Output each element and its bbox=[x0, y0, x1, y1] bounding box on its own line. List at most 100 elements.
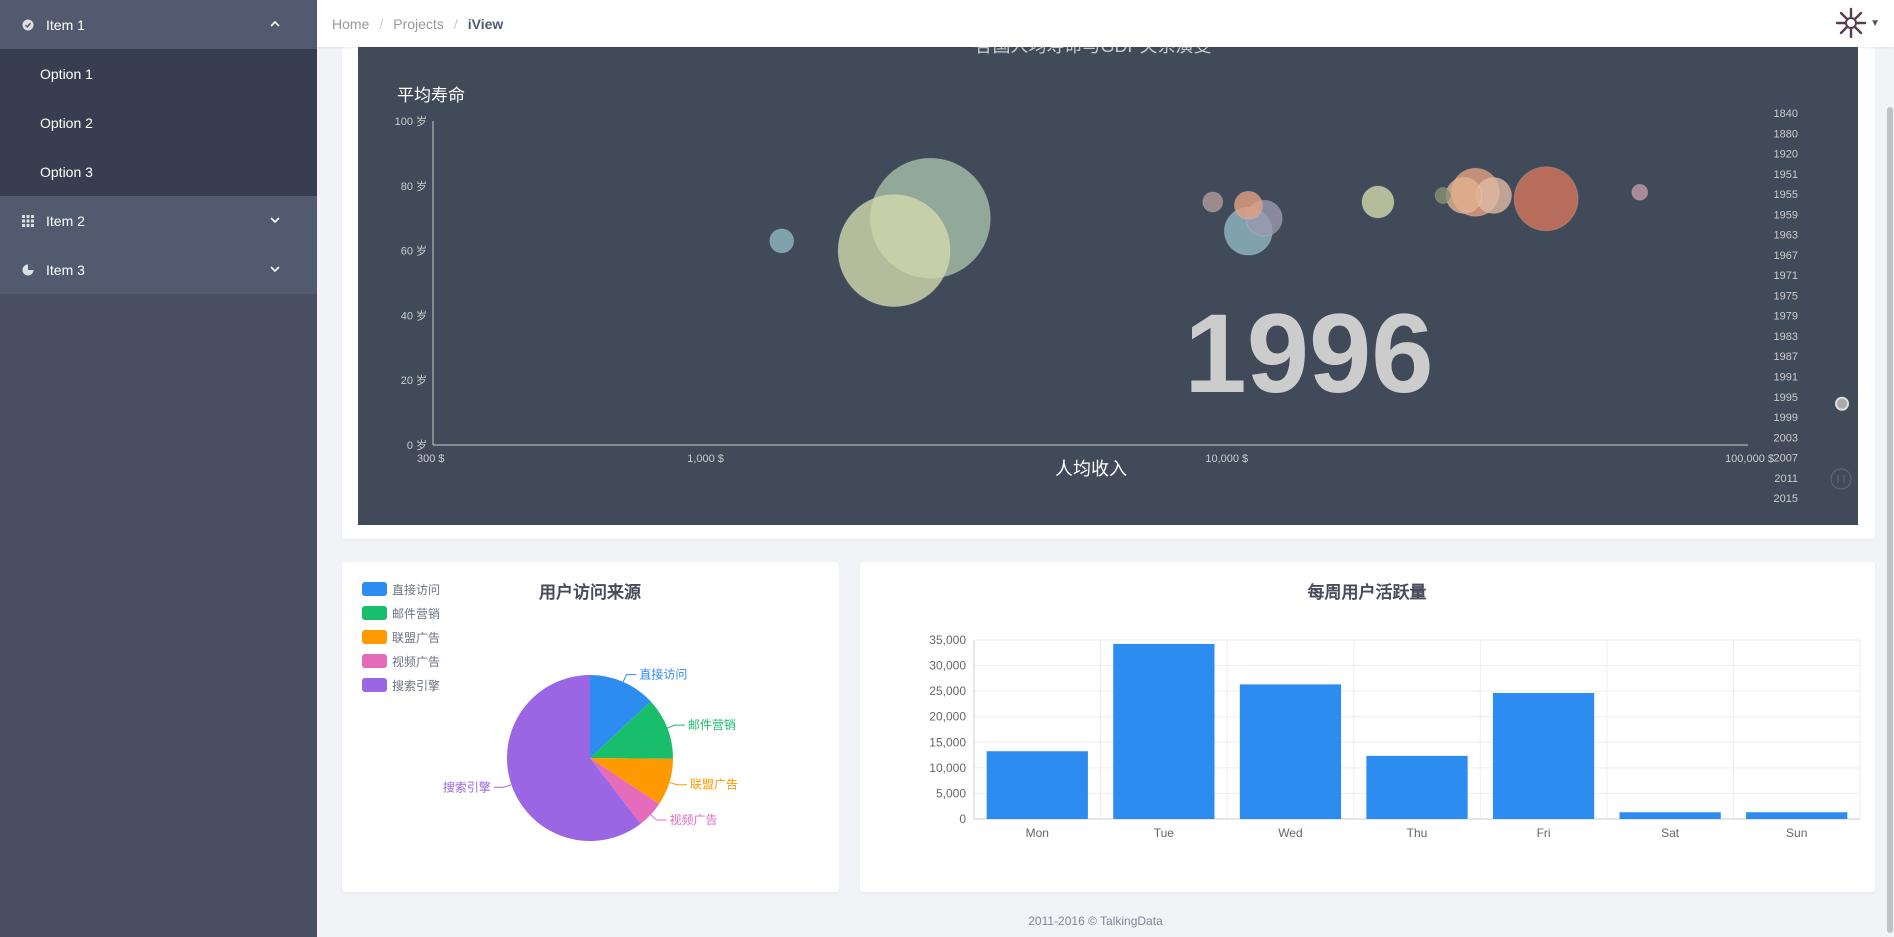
menu-item-1[interactable]: Item 1 bbox=[0, 0, 317, 49]
bar[interactable] bbox=[1492, 692, 1595, 819]
x-tick-label: 100,000 $ bbox=[1725, 453, 1774, 465]
bubble-point[interactable] bbox=[1434, 187, 1452, 205]
bubble-point[interactable] bbox=[1361, 185, 1395, 219]
x-tick-label: Sun bbox=[1786, 826, 1807, 840]
pie-label-line bbox=[650, 814, 667, 821]
timeline-year-label[interactable]: 2003 bbox=[1774, 432, 1798, 444]
timeline-year-label[interactable]: 1995 bbox=[1774, 392, 1798, 404]
bubble-point[interactable] bbox=[1513, 166, 1579, 232]
pie-title: 用户访问来源 bbox=[539, 582, 641, 602]
user-menu[interactable]: ▼ bbox=[1834, 6, 1880, 40]
timeline-year-label[interactable]: 1971 bbox=[1774, 270, 1798, 282]
timeline-year-label[interactable]: 1967 bbox=[1774, 250, 1798, 262]
x-tick-label: Wed bbox=[1278, 826, 1302, 840]
x-axis-title: 人均收入 bbox=[1055, 459, 1127, 479]
timeline-year-label[interactable]: 1951 bbox=[1774, 169, 1798, 181]
y-tick-label: 20,000 bbox=[929, 710, 966, 724]
y-tick-label: 25,000 bbox=[929, 684, 966, 698]
timeline-year-label[interactable]: 2011 bbox=[1774, 473, 1798, 485]
breadcrumb-home[interactable]: Home bbox=[332, 16, 369, 32]
y-axis-title: 平均寿命 bbox=[397, 86, 465, 105]
timeline-year-label[interactable]: 1999 bbox=[1774, 412, 1798, 424]
x-tick-label: Mon bbox=[1026, 826, 1049, 840]
circle-check-icon bbox=[22, 19, 34, 30]
bar[interactable] bbox=[1619, 812, 1721, 819]
menu-item-label: Item 1 bbox=[46, 16, 85, 33]
timeline-year-label[interactable]: 1979 bbox=[1774, 311, 1798, 323]
y-tick-label: 100 岁 bbox=[395, 114, 427, 128]
pie-label-line bbox=[669, 781, 687, 786]
menu-item-label: Item 3 bbox=[46, 261, 85, 278]
timeline-year-label[interactable]: 1955 bbox=[1774, 189, 1798, 201]
y-tick-label: 80 岁 bbox=[401, 179, 427, 193]
sidebar: Item 1 Option 1 Option 2 Option 3 Item 2… bbox=[0, 0, 317, 937]
footer: 2011-2016 © TalkingData bbox=[1028, 914, 1163, 928]
bubble-point[interactable] bbox=[837, 194, 951, 308]
submenu-option-2[interactable]: Option 2 bbox=[0, 98, 317, 147]
x-tick-label: Sat bbox=[1661, 826, 1680, 840]
avatar[interactable] bbox=[1834, 6, 1868, 40]
bubble-point[interactable] bbox=[1631, 183, 1649, 201]
breadcrumb-separator: / bbox=[453, 15, 458, 32]
timeline-year-label[interactable]: 1983 bbox=[1774, 331, 1798, 343]
chevron-up-icon bbox=[270, 20, 280, 27]
bar[interactable] bbox=[1746, 812, 1848, 819]
breadcrumb-separator: / bbox=[379, 15, 384, 32]
bar[interactable] bbox=[1366, 755, 1468, 819]
chevron-down-icon bbox=[270, 266, 280, 273]
y-tick-label: 0 bbox=[959, 812, 966, 826]
x-tick-label: Fri bbox=[1537, 826, 1551, 840]
y-tick-label: 5,000 bbox=[936, 786, 966, 800]
chevron-down-icon bbox=[270, 217, 280, 224]
pie-label-line bbox=[493, 784, 512, 788]
bubble-point[interactable] bbox=[769, 228, 795, 254]
caret-down-icon: ▼ bbox=[1870, 17, 1880, 29]
y-tick-label: 15,000 bbox=[929, 735, 966, 749]
bar-chart-card: 每周用户活跃量 35,000 30,000 25,000 20,000 15,000 10… bbox=[860, 562, 1875, 892]
grid-icon bbox=[22, 214, 34, 227]
bar[interactable] bbox=[1239, 684, 1342, 819]
pie-slice-label: 联盟广告 bbox=[690, 778, 738, 792]
y-tick-label: 0 岁 bbox=[407, 438, 427, 452]
pie-chart: 用户访问来源 直接访问邮件营销联盟广告视频广告 搜索引擎 bbox=[443, 582, 738, 841]
y-tick-label: 40 岁 bbox=[401, 308, 427, 322]
x-tick-label: Thu bbox=[1407, 826, 1428, 840]
timeline-year-label[interactable]: 1880 bbox=[1774, 128, 1798, 140]
x-tick-label: 1,000 $ bbox=[687, 453, 724, 465]
pie-slice-label: 视频广告 bbox=[670, 812, 718, 827]
timeline-year-label[interactable]: 1975 bbox=[1774, 290, 1798, 302]
bar[interactable] bbox=[986, 751, 1088, 819]
timeline-year-label[interactable]: 1987 bbox=[1774, 351, 1798, 363]
timeline-year-label[interactable]: 1991 bbox=[1774, 371, 1798, 383]
submenu-item-1: Option 1 Option 2 Option 3 bbox=[0, 49, 317, 196]
y-tick-label: 20 岁 bbox=[401, 373, 427, 387]
menu-item-2[interactable]: Item 2 bbox=[0, 196, 317, 245]
timeline-year-label[interactable]: 1840 bbox=[1774, 108, 1798, 120]
timeline-year-label[interactable]: 2007 bbox=[1774, 453, 1798, 465]
submenu-option-1[interactable]: Option 1 bbox=[0, 49, 317, 98]
bubble-chart: 各国人均寿命与GDP关系演变 平均寿命 人均收入 100 岁 80 岁 60 岁 40… bbox=[358, 47, 1858, 525]
pie-label-line bbox=[667, 724, 685, 729]
menu-item-3[interactable]: Item 3 bbox=[0, 245, 317, 294]
breadcrumb-projects[interactable]: Projects bbox=[393, 16, 444, 32]
y-tick-label: 30,000 bbox=[929, 659, 966, 673]
page-scrollbar[interactable] bbox=[1886, 47, 1894, 937]
bubble-point[interactable] bbox=[1233, 190, 1263, 220]
scrollbar-thumb[interactable] bbox=[1887, 107, 1893, 933]
pie-slice-label: 搜索引擎 bbox=[443, 779, 491, 794]
bubble-chart-card: 各国人均寿命与GDP关系演变 平均寿命 人均收入 100 岁 80 岁 60 岁 40… bbox=[342, 47, 1875, 539]
pie-slice-label: 直接访问 bbox=[639, 667, 687, 682]
bubble-point[interactable] bbox=[1202, 191, 1224, 213]
pie-icon bbox=[22, 264, 34, 275]
pie-chart-card: 直接访问 邮件营销 联盟广告 视频广告 搜索引擎 用户访问来源 直接访问 邮件营销… bbox=[342, 562, 839, 892]
y-tick-label: 10,000 bbox=[929, 761, 966, 775]
top-header: Home / Projects / iView ▼ bbox=[317, 0, 1894, 47]
timeline-year-label[interactable]: 2015 bbox=[1774, 493, 1798, 505]
menu-item-label: Item 2 bbox=[46, 212, 85, 229]
timeline-year-label[interactable]: 1959 bbox=[1774, 209, 1798, 221]
timeline-year-label[interactable]: 1920 bbox=[1774, 149, 1798, 161]
timeline-year-label[interactable]: 1963 bbox=[1774, 230, 1798, 242]
bar[interactable] bbox=[1113, 643, 1215, 819]
submenu-option-3[interactable]: Option 3 bbox=[0, 147, 317, 196]
timeline-handle[interactable] bbox=[1835, 396, 1849, 411]
